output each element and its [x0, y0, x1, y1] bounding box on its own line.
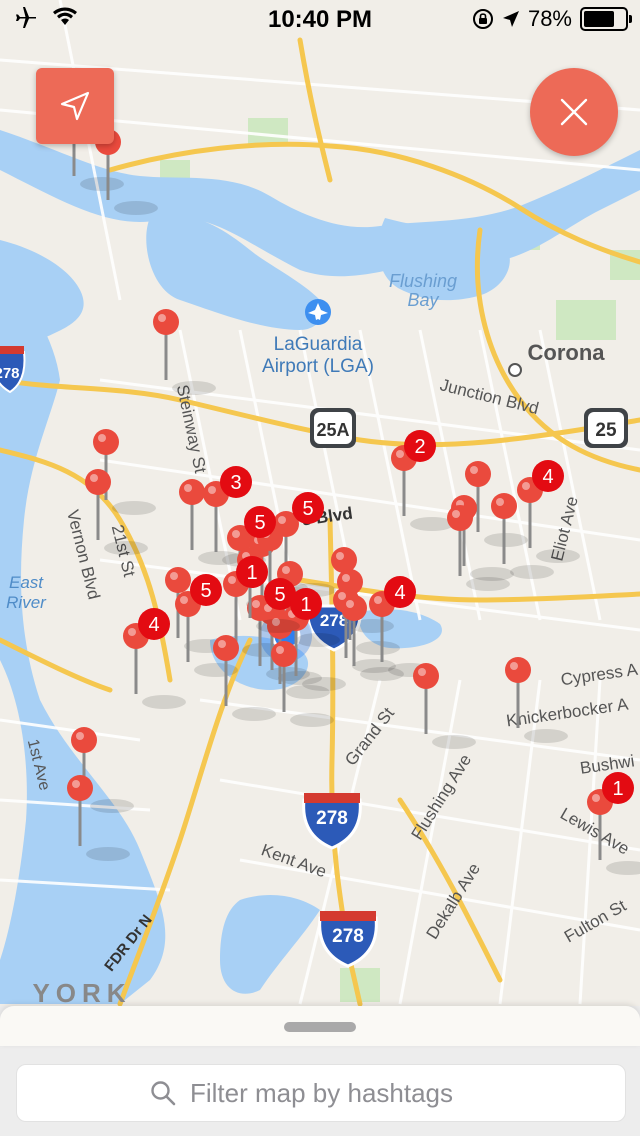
cluster-badge[interactable]: 5 [190, 574, 222, 606]
cluster-badge[interactable]: 5 [292, 492, 324, 524]
sheet-header[interactable] [0, 1006, 640, 1046]
label-york: YORK [32, 978, 131, 1008]
orientation-lock-icon [472, 9, 493, 29]
label-laguardia-l2: Airport (LGA) [262, 356, 374, 377]
cluster-count: 4 [394, 582, 405, 604]
battery-level [584, 11, 614, 27]
hashtag-search-input[interactable] [188, 1076, 492, 1110]
shield-25: 25 [584, 408, 628, 448]
status-bar: 10:40 PM 78% [0, 0, 640, 40]
shield-25a-text: 25A [316, 420, 349, 440]
shield-25a: 25A [310, 408, 356, 448]
cluster-count: 3 [230, 472, 241, 494]
cluster-count: 4 [148, 614, 159, 636]
cluster-count: 1 [612, 778, 623, 800]
cluster-count: 1 [246, 562, 257, 584]
search-icon [151, 1081, 176, 1106]
cluster-badge[interactable]: 1 [290, 588, 322, 620]
label-laguardia: LaGuardia Airport (LGA) [262, 334, 374, 377]
label-east-river: East River [6, 573, 47, 612]
shield-25-text: 25 [595, 420, 617, 441]
cluster-badge[interactable]: 1 [236, 556, 268, 588]
battery-percent: 78% [527, 6, 572, 31]
shield-i278-mid-text: 278 [316, 808, 348, 829]
cluster-badge[interactable]: 3 [220, 466, 252, 498]
shield-i278-lower-text: 278 [332, 926, 364, 947]
label-flushing-bay-l1: Flushing [389, 271, 457, 291]
cluster-badge[interactable]: 2 [404, 430, 436, 462]
bottom-sheet [0, 1006, 640, 1136]
close-map-button[interactable] [530, 68, 618, 156]
shield-i278-left-text: 278 [0, 365, 20, 382]
navigation-arrow-icon [60, 91, 90, 121]
label-east-river-l1: East [9, 573, 44, 592]
cluster-count: 5 [302, 498, 313, 520]
battery-icon [580, 7, 632, 31]
status-right: 78% [472, 6, 632, 32]
location-arrow-icon [502, 11, 519, 27]
label-laguardia-l1: LaGuardia [274, 334, 363, 355]
cluster-count: 2 [414, 436, 425, 458]
close-x-icon [560, 98, 588, 126]
cluster-count: 5 [274, 584, 285, 606]
cluster-count: 1 [300, 594, 311, 616]
map-view[interactable]: Flushing Bay LaGuardia Airport (LGA) Coron… [0, 0, 640, 1136]
cluster-badge[interactable]: 4 [138, 608, 170, 640]
cluster-badge[interactable]: 1 [602, 772, 634, 804]
cluster-count: 4 [542, 466, 553, 488]
airport-icon [305, 299, 331, 325]
cluster-badge[interactable]: 5 [244, 506, 276, 538]
cluster-badge[interactable]: 4 [384, 576, 416, 608]
locate-me-button[interactable] [36, 68, 114, 144]
cluster-count: 5 [200, 580, 211, 602]
label-east-river-l2: River [6, 593, 47, 612]
sheet-grabber-handle[interactable] [284, 1022, 356, 1032]
hashtag-search-field[interactable] [16, 1064, 626, 1122]
cluster-badge[interactable]: 4 [532, 460, 564, 492]
cluster-count: 5 [254, 512, 265, 534]
corona-dot-icon [508, 363, 522, 377]
label-flushing-bay-l2: Bay [407, 290, 439, 310]
label-corona: Corona [528, 340, 606, 365]
